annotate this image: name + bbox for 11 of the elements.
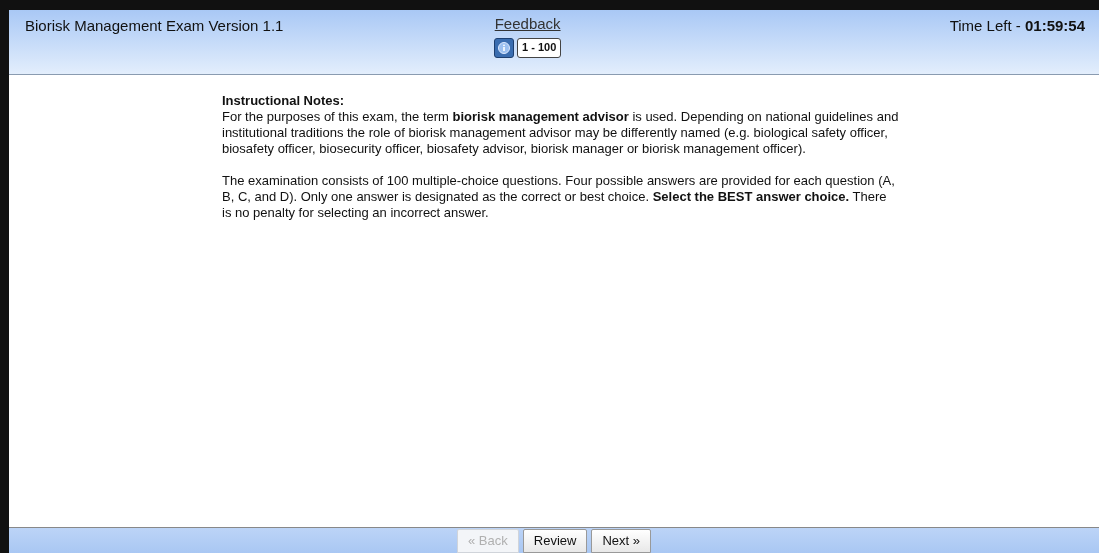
nav-button[interactable]: Review: [522, 529, 588, 553]
range-button[interactable]: 1 - 100: [517, 37, 562, 58]
notes-heading: Instructional Notes:: [222, 93, 346, 109]
instruction-paragraph: For the purposes of this exam, the term biorisk management advisor is used. Depending on national guidelines and institutional traditions the role of biorisk management advisor may be differently named (e.g. biological safety officer, biosafety officer, biosecurity officer, biosafety advisor, biorisk manager or biorisk management officer).: [222, 109, 899, 157]
instruction-paragraph: The examination consists of 100 multiple-choice questions. Four possible answers are provided for each question (A, B, C, and D). Only one answer is designated as the correct or best choice. Select the BEST answer choice. There is no penalty for selecting an incorrect answer.: [222, 173, 896, 221]
time-left: Time Left - 01:59:54: [949, 16, 1085, 36]
nav-button[interactable]: Next »: [591, 529, 651, 553]
exam-title: Biorisk Management Exam Version 1.1: [25, 16, 284, 36]
info-button[interactable]: [494, 37, 514, 58]
info-icon: [498, 41, 510, 54]
feedback-link[interactable]: Feedback: [494, 13, 561, 36]
